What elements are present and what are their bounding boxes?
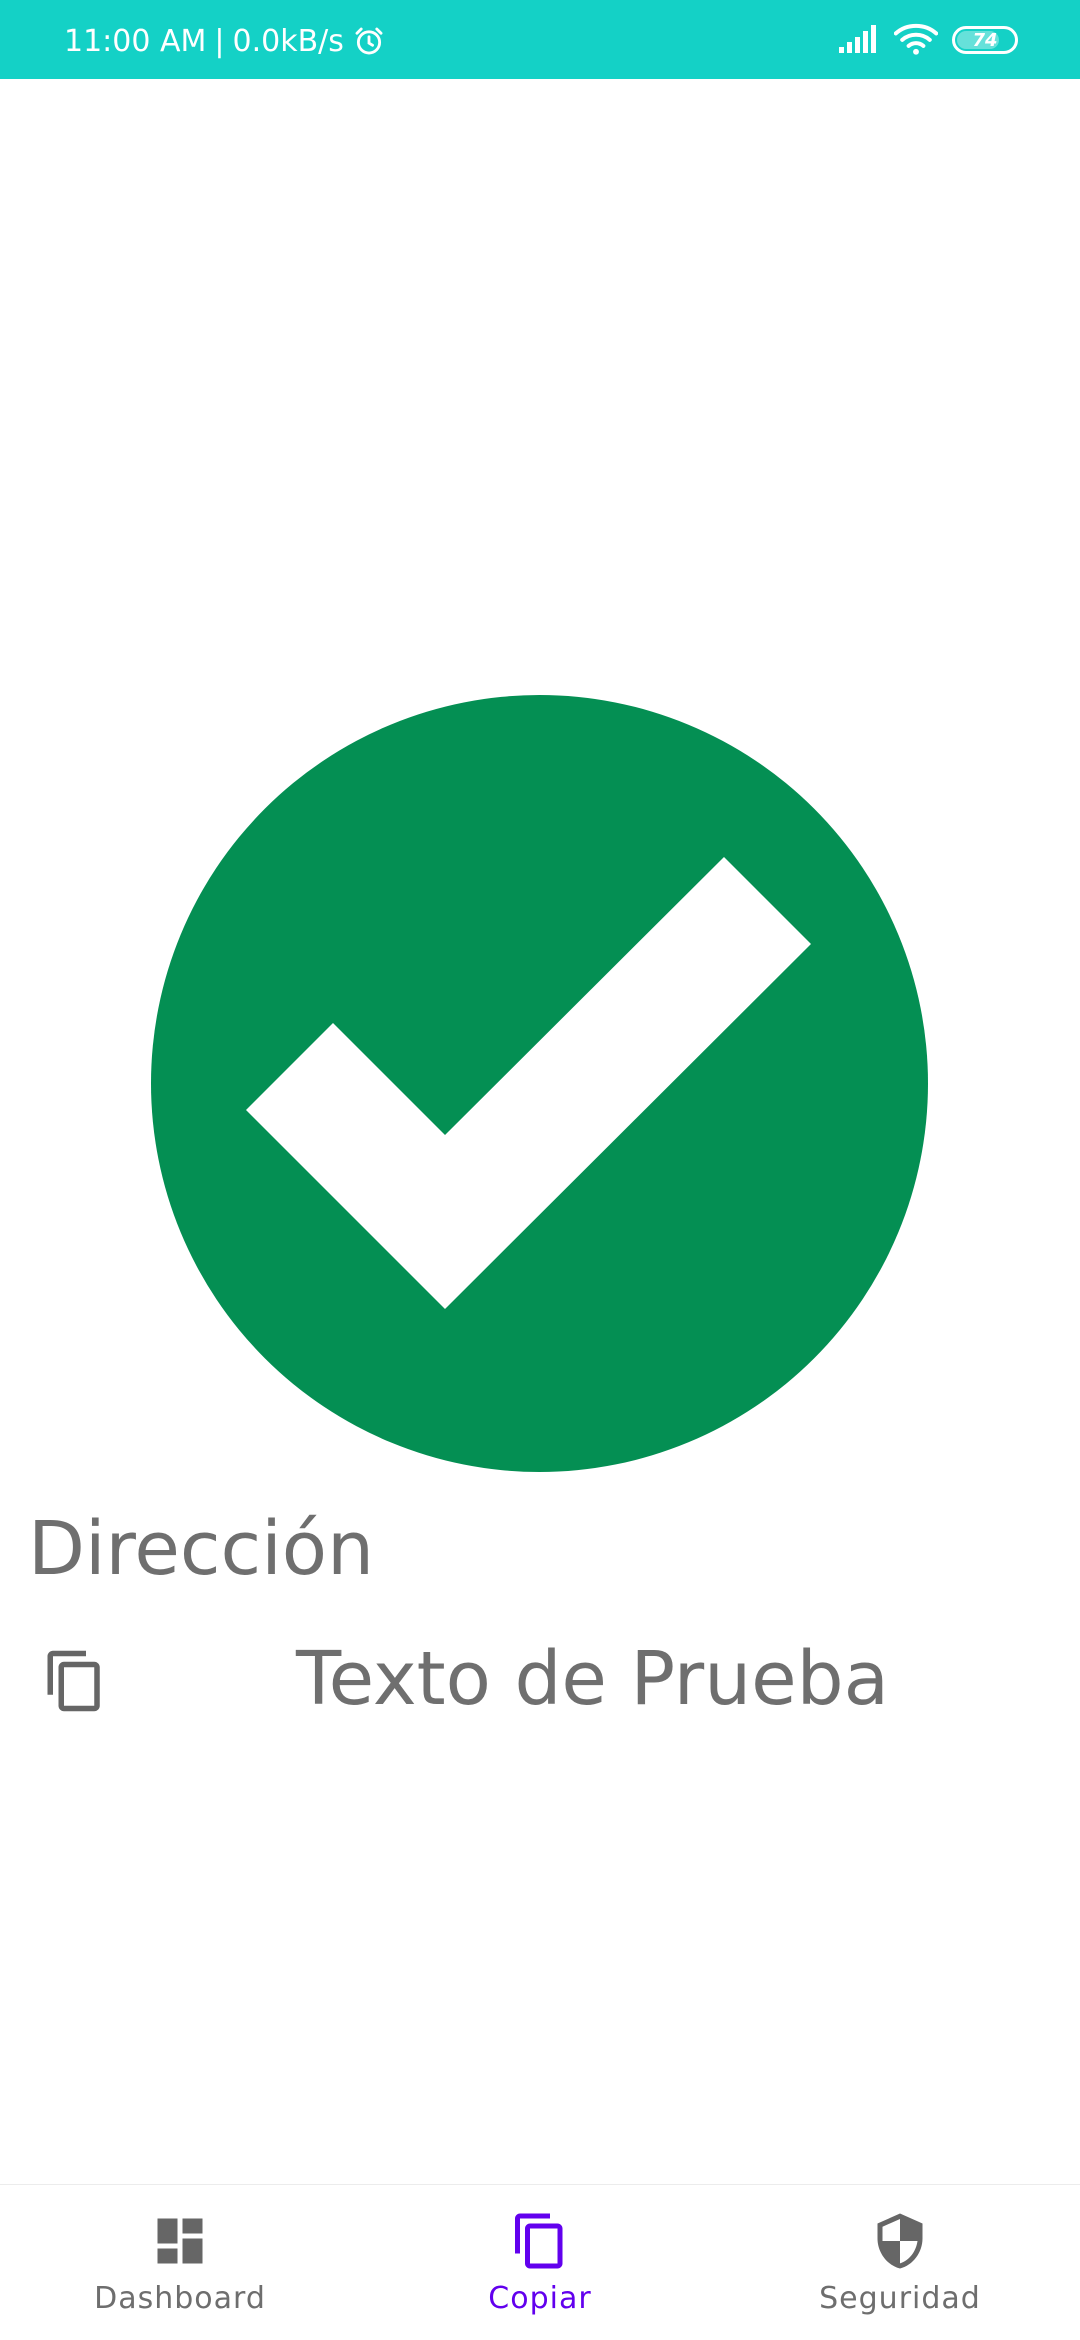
status-time: 11:00 AM <box>64 23 207 59</box>
field-value: Texto de Prueba <box>296 1636 889 1722</box>
status-separator: | <box>214 23 225 59</box>
copy-icon <box>510 2211 570 2271</box>
signal-icon <box>838 23 880 57</box>
status-bar: 11:00 AM | 0.0kB/s 74 <box>0 0 1080 79</box>
nav-item-dashboard[interactable]: Dashboard <box>0 2185 360 2340</box>
nav-label-dashboard: Dashboard <box>94 2281 266 2316</box>
shield-icon <box>870 2211 930 2271</box>
status-left: 11:00 AM | 0.0kB/s <box>64 21 386 61</box>
wifi-icon <box>893 21 939 59</box>
dashboard-icon <box>150 2211 210 2271</box>
nav-label-copiar: Copiar <box>488 2281 592 2316</box>
nav-label-seguridad: Seguridad <box>819 2281 981 2316</box>
battery-level: 74 <box>972 29 998 51</box>
nav-item-copiar[interactable]: Copiar <box>360 2185 720 2340</box>
check-circle-icon <box>151 695 928 1472</box>
copy-icon[interactable] <box>42 1648 108 1714</box>
bottom-nav: Dashboard Copiar Seguridad <box>0 2184 1080 2340</box>
status-right: 74 <box>838 20 1018 60</box>
network-speed: 0.0kB/s <box>232 23 344 59</box>
nav-item-seguridad[interactable]: Seguridad <box>720 2185 1080 2340</box>
field-label: Dirección <box>28 1506 374 1592</box>
alarm-icon <box>352 24 386 58</box>
battery-icon: 74 <box>952 26 1018 54</box>
